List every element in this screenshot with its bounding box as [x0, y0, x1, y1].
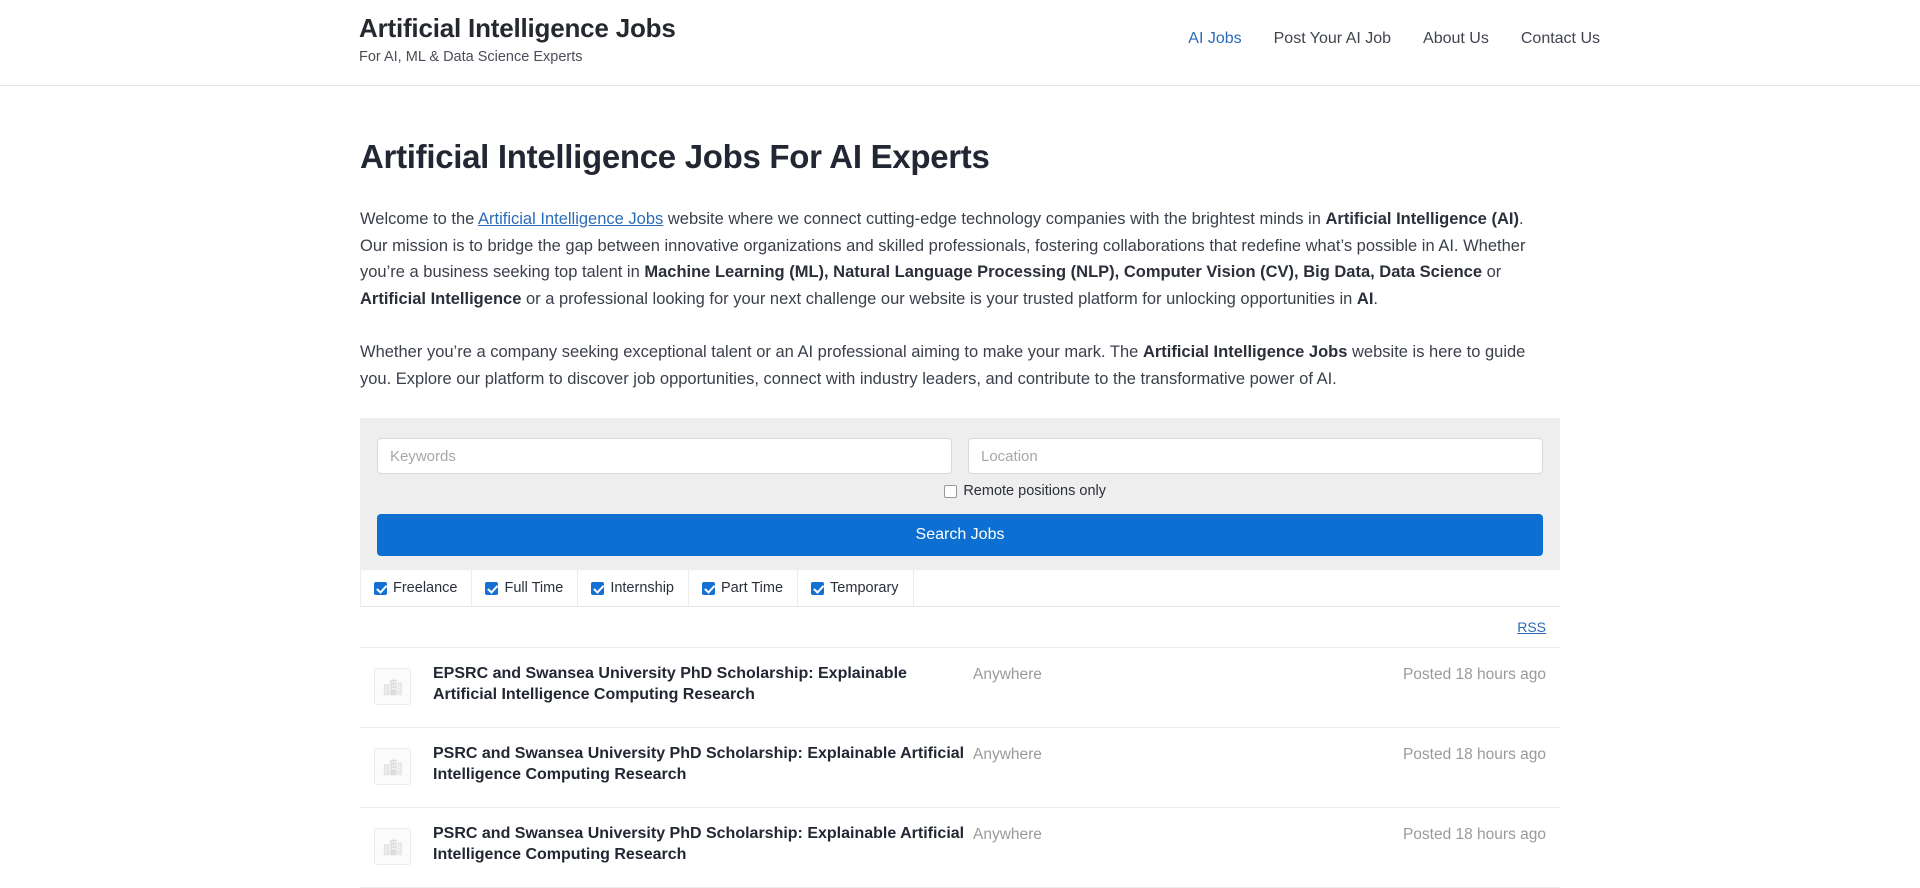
job-listings: EPSRC and Swansea University PhD Scholar… [360, 648, 1560, 888]
remote-positions-checkbox[interactable]: Remote positions only [944, 483, 1106, 499]
brand-title: Artificial Intelligence Jobs [359, 13, 676, 43]
filter-part-time[interactable]: Part Time [689, 570, 799, 607]
company-placeholder-icon [374, 828, 411, 866]
search-jobs-button[interactable]: Search Jobs [377, 514, 1543, 557]
job-listing-row[interactable]: PSRC and Swansea University PhD Scholars… [360, 728, 1560, 809]
filter-checkbox-box[interactable] [591, 581, 605, 595]
job-posted-date: Posted 18 hours ago [1402, 746, 1546, 764]
job-title[interactable]: EPSRC and Swansea University PhD Scholar… [433, 664, 973, 705]
filter-checkbox-box[interactable] [374, 581, 387, 595]
keywords-input[interactable] [377, 438, 952, 475]
intro-paragraph-2: Whether you’re a company seeking excepti… [360, 342, 1526, 388]
remote-checkbox-box[interactable] [944, 484, 958, 498]
nav-link-post-your-ai-job[interactable]: Post Your AI Job [1274, 30, 1391, 48]
search-fields-row [377, 438, 1543, 475]
filter-label: Internship [610, 580, 674, 597]
keywords-field-wrap [377, 438, 952, 475]
emphasis-artificial-intelligence: Artificial Intelligence [360, 290, 522, 309]
remote-filter-row: Remote positions only [377, 483, 1543, 499]
filter-full-time[interactable]: Full Time [472, 570, 579, 607]
job-posted-date: Posted 18 hours ago [1402, 826, 1546, 844]
intro-inline-link[interactable]: Artificial Intelligence Jobs [478, 210, 663, 228]
main-content: Artificial Intelligence Jobs For AI Expe… [360, 86, 1560, 888]
emphasis-skills: Machine Learning (ML), Natural Language … [644, 263, 1483, 282]
job-title-column: EPSRC and Swansea University PhD Scholar… [433, 664, 973, 705]
job-search-form: Remote positions only Search Jobs [360, 418, 1560, 571]
nav-link-ai-jobs[interactable]: AI Jobs [1188, 30, 1241, 48]
site-brand[interactable]: Artificial Intelligence Jobs For AI, ML … [359, 12, 676, 66]
company-placeholder-icon [374, 668, 411, 706]
job-location: Anywhere [973, 826, 1042, 844]
emphasis-ai-short: AI [1356, 290, 1374, 309]
intro-paragraph-1: Welcome to the Artificial Intelligence J… [360, 210, 1526, 309]
job-listing-row[interactable]: EPSRC and Swansea University PhD Scholar… [360, 648, 1560, 729]
job-posted-date: Posted 18 hours ago [1402, 666, 1546, 684]
nav-link-about-us[interactable]: About Us [1423, 30, 1489, 48]
filter-label: Freelance [393, 580, 458, 597]
filter-label: Full Time [504, 580, 564, 597]
filter-freelance[interactable]: Freelance [360, 570, 473, 607]
filter-label: Part Time [721, 580, 784, 597]
filter-label: Temporary [830, 580, 899, 597]
site-header: Artificial Intelligence Jobs For AI, ML … [0, 0, 1920, 86]
emphasis-ai: Artificial Intelligence (AI) [1325, 210, 1519, 228]
main-navigation: AI Jobs Post Your AI Job About Us Contact U… [1188, 30, 1600, 48]
rss-link[interactable]: RSS [1517, 619, 1546, 635]
filter-checkbox-box[interactable] [485, 581, 499, 595]
nav-link-contact-us[interactable]: Contact Us [1521, 30, 1600, 48]
job-listing-row[interactable]: PSRC and Swansea University PhD Scholars… [360, 808, 1560, 888]
location-input[interactable] [968, 438, 1543, 475]
job-location: Anywhere [973, 746, 1042, 764]
filter-checkbox-box[interactable] [702, 581, 715, 595]
rss-bar: RSS [360, 607, 1560, 649]
job-title[interactable]: PSRC and Swansea University PhD Scholars… [433, 824, 973, 865]
job-location: Anywhere [973, 666, 1042, 684]
job-title[interactable]: PSRC and Swansea University PhD Scholars… [433, 744, 973, 785]
job-title-column: PSRC and Swansea University PhD Scholars… [433, 824, 973, 865]
filter-temporary[interactable]: Temporary [798, 570, 914, 607]
job-title-column: PSRC and Swansea University PhD Scholars… [433, 744, 973, 785]
location-field-wrap [968, 438, 1543, 475]
company-placeholder-icon [374, 748, 411, 786]
emphasis-brand: Artificial Intelligence Jobs [1142, 342, 1348, 361]
page-title: Artificial Intelligence Jobs For AI Expe… [360, 138, 990, 175]
job-type-filter-bar: Freelance Full Time Internship Part Time Tem… [360, 570, 1560, 608]
filter-checkbox-box[interactable] [811, 581, 825, 595]
remote-positions-label: Remote positions only [963, 483, 1106, 500]
brand-tagline: For AI, ML & Data Science Experts [359, 48, 583, 65]
filter-internship[interactable]: Internship [578, 570, 689, 607]
